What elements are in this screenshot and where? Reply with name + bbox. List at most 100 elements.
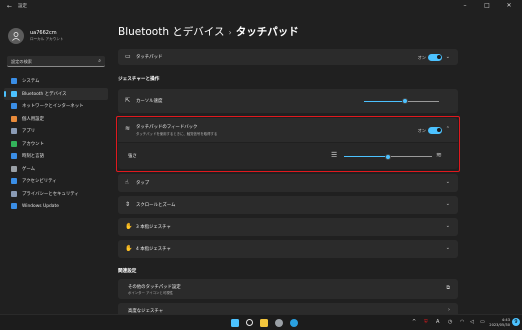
chevron-down-icon[interactable]: ⌄ xyxy=(446,223,450,229)
sidebar-item-icon xyxy=(11,78,17,85)
clock-icon: ◷ xyxy=(448,319,453,325)
three-finger-card[interactable]: ✋ 3 本指ジェスチャ ⌄ xyxy=(118,218,458,236)
sidebar-item[interactable]: アカウント xyxy=(4,138,108,151)
breadcrumb-separator: › xyxy=(228,28,232,37)
settings-gear-icon[interactable] xyxy=(275,319,283,327)
minimize-button[interactable]: – xyxy=(454,2,476,9)
sidebar-item[interactable]: ゲーム xyxy=(4,163,108,176)
sidebar-item[interactable]: ネットワークとインターネット xyxy=(4,100,108,113)
tap-card[interactable]: ☝ タップ ⌄ xyxy=(118,174,458,192)
user-name: ua7662cm xyxy=(30,30,57,36)
sidebar-item-label: システム xyxy=(22,79,40,85)
page-title: タッチパッド xyxy=(235,26,299,38)
touchpad-card[interactable]: ▭ タッチパッド オン ⌄ xyxy=(118,49,458,65)
sidebar-nav: システム Bluetooth とデバイスネットワークとインターネット 個人用設定アプ… xyxy=(4,75,108,213)
four-finger-card[interactable]: ✋ 4 本指ジェスチャ ⌄ xyxy=(118,240,458,258)
more-touchpad-settings-card[interactable]: その他のタッチパッド設定 ポインター アイコンと可視性 ⧉ xyxy=(118,279,458,299)
app-title: 設定 xyxy=(18,4,27,9)
tap-label: タップ xyxy=(136,181,150,186)
slider-thumb[interactable] xyxy=(402,98,409,104)
wifi-icon[interactable]: ◠ xyxy=(460,319,464,325)
touchpad-label: タッチパッド xyxy=(136,55,163,60)
taskbar: ^ ⛨ A ◷ ◠ ◁ ▭ 4:43 2023/05/30 9 xyxy=(0,314,522,330)
sidebar-item[interactable]: 個人用設定 xyxy=(4,113,108,126)
sidebar-item-icon xyxy=(11,115,17,122)
tray-overflow-icon[interactable]: ^ xyxy=(412,319,416,325)
sidebar-item[interactable]: Windows Update xyxy=(4,200,108,213)
sidebar-item-label: プライバシーとセキュリティ xyxy=(22,191,79,197)
clock[interactable]: 4:43 2023/05/30 xyxy=(489,318,510,328)
gestures-section-title: ジェスチャーと操作 xyxy=(118,77,160,82)
breadcrumb-parent[interactable]: Bluetooth とデバイス xyxy=(118,26,225,38)
scroll-label: スクロールとズーム xyxy=(136,203,176,208)
cursor-speed-card: ⇱ カーソル速度 xyxy=(118,89,458,113)
search-icon[interactable] xyxy=(246,319,253,326)
search-placeholder: 設定の検索 xyxy=(11,58,32,64)
tap-icon: ☝ xyxy=(125,179,129,186)
edge-icon[interactable] xyxy=(290,319,298,327)
sidebar-item[interactable]: アクセシビリティ xyxy=(4,175,108,188)
battery-icon[interactable]: ▭ xyxy=(480,319,485,325)
sidebar-item-label: ゲーム xyxy=(22,166,36,172)
chevron-down-icon[interactable]: ⌄ xyxy=(446,245,450,251)
sidebar-item-icon xyxy=(11,103,17,110)
cursor-icon: ⇱ xyxy=(125,97,131,104)
sidebar-item-label: 個人用設定 xyxy=(22,116,44,122)
main-content: Bluetooth とデバイス › タッチパッド ▭ タッチパッド オン ⌄ ジェス… xyxy=(112,14,510,317)
slider-fill xyxy=(364,100,406,102)
close-button[interactable]: ✕ xyxy=(498,2,520,9)
file-explorer-icon[interactable] xyxy=(260,319,268,327)
search-input[interactable]: 設定の検索 ⌕ xyxy=(7,56,105,67)
sidebar-item-icon xyxy=(11,178,17,185)
breadcrumb: Bluetooth とデバイス › タッチパッド xyxy=(118,24,299,39)
highlight-box xyxy=(116,116,460,172)
sidebar-item-label: アプリ xyxy=(22,129,36,135)
sidebar-item-icon xyxy=(11,90,17,97)
more-settings-label: その他のタッチパッド設定 xyxy=(128,284,181,290)
avatar[interactable] xyxy=(8,28,24,44)
sidebar-item-label: ネットワークとインターネット xyxy=(22,104,84,110)
volume-icon[interactable]: ◁ xyxy=(470,319,474,325)
user-account-type: ローカル アカウント xyxy=(30,37,64,41)
chevron-down-icon[interactable]: ⌄ xyxy=(446,179,450,185)
sidebar-item-icon xyxy=(11,203,17,210)
sidebar-item-label: アカウント xyxy=(22,141,44,147)
maximize-button[interactable]: □ xyxy=(476,2,498,9)
cursor-speed-label: カーソル速度 xyxy=(136,99,163,104)
related-section-title: 関連設定 xyxy=(118,269,137,274)
touchpad-icon: ▭ xyxy=(125,53,131,60)
chevron-down-icon[interactable]: ⌄ xyxy=(446,201,450,207)
sidebar-item[interactable]: Bluetooth とデバイス xyxy=(4,87,108,100)
sidebar-item-icon xyxy=(11,140,17,147)
title-bar: ← 設定 – □ ✕ xyxy=(0,0,522,14)
sidebar-item-icon xyxy=(11,190,17,197)
four-finger-icon: ✋ xyxy=(125,245,133,252)
sidebar-item[interactable]: プライバシーとセキュリティ xyxy=(4,188,108,201)
touchpad-toggle[interactable] xyxy=(428,53,442,61)
three-finger-icon: ✋ xyxy=(125,223,133,230)
sidebar-item[interactable]: システム xyxy=(4,75,108,88)
advanced-gestures-label: 高度なジェスチャ xyxy=(128,308,164,314)
sidebar-item-label: アクセシビリティ xyxy=(22,179,57,185)
input-language[interactable]: A xyxy=(436,319,439,325)
security-icon[interactable]: ⛨ xyxy=(424,319,428,325)
clock-date: 2023/05/30 xyxy=(489,322,510,327)
sidebar-item-label: Windows Update xyxy=(22,203,59,209)
person-icon xyxy=(12,32,20,41)
sidebar-item[interactable]: アプリ xyxy=(4,125,108,138)
chevron-right-icon[interactable]: › xyxy=(448,307,450,313)
search-icon: ⌕ xyxy=(98,58,101,64)
sidebar: ua7662cm ローカル アカウント 設定の検索 ⌕ システム Bluetoot… xyxy=(0,14,110,314)
notification-badge[interactable]: 9 xyxy=(512,318,520,326)
start-icon[interactable] xyxy=(231,319,239,327)
sidebar-item[interactable]: 時刻と言語 xyxy=(4,150,108,163)
chevron-down-icon[interactable]: ⌄ xyxy=(446,54,450,60)
four-finger-label: 4 本指ジェスチャ xyxy=(136,247,171,252)
scroll-icon: ⇕ xyxy=(125,201,131,208)
external-link-icon[interactable]: ⧉ xyxy=(446,285,450,291)
scroll-zoom-card[interactable]: ⇕ スクロールとズーム ⌄ xyxy=(118,196,458,214)
cursor-speed-slider[interactable] xyxy=(364,98,439,105)
sidebar-item-label: 時刻と言語 xyxy=(22,154,44,160)
back-arrow-icon[interactable]: ← xyxy=(7,3,12,10)
sidebar-item-icon xyxy=(11,153,17,160)
